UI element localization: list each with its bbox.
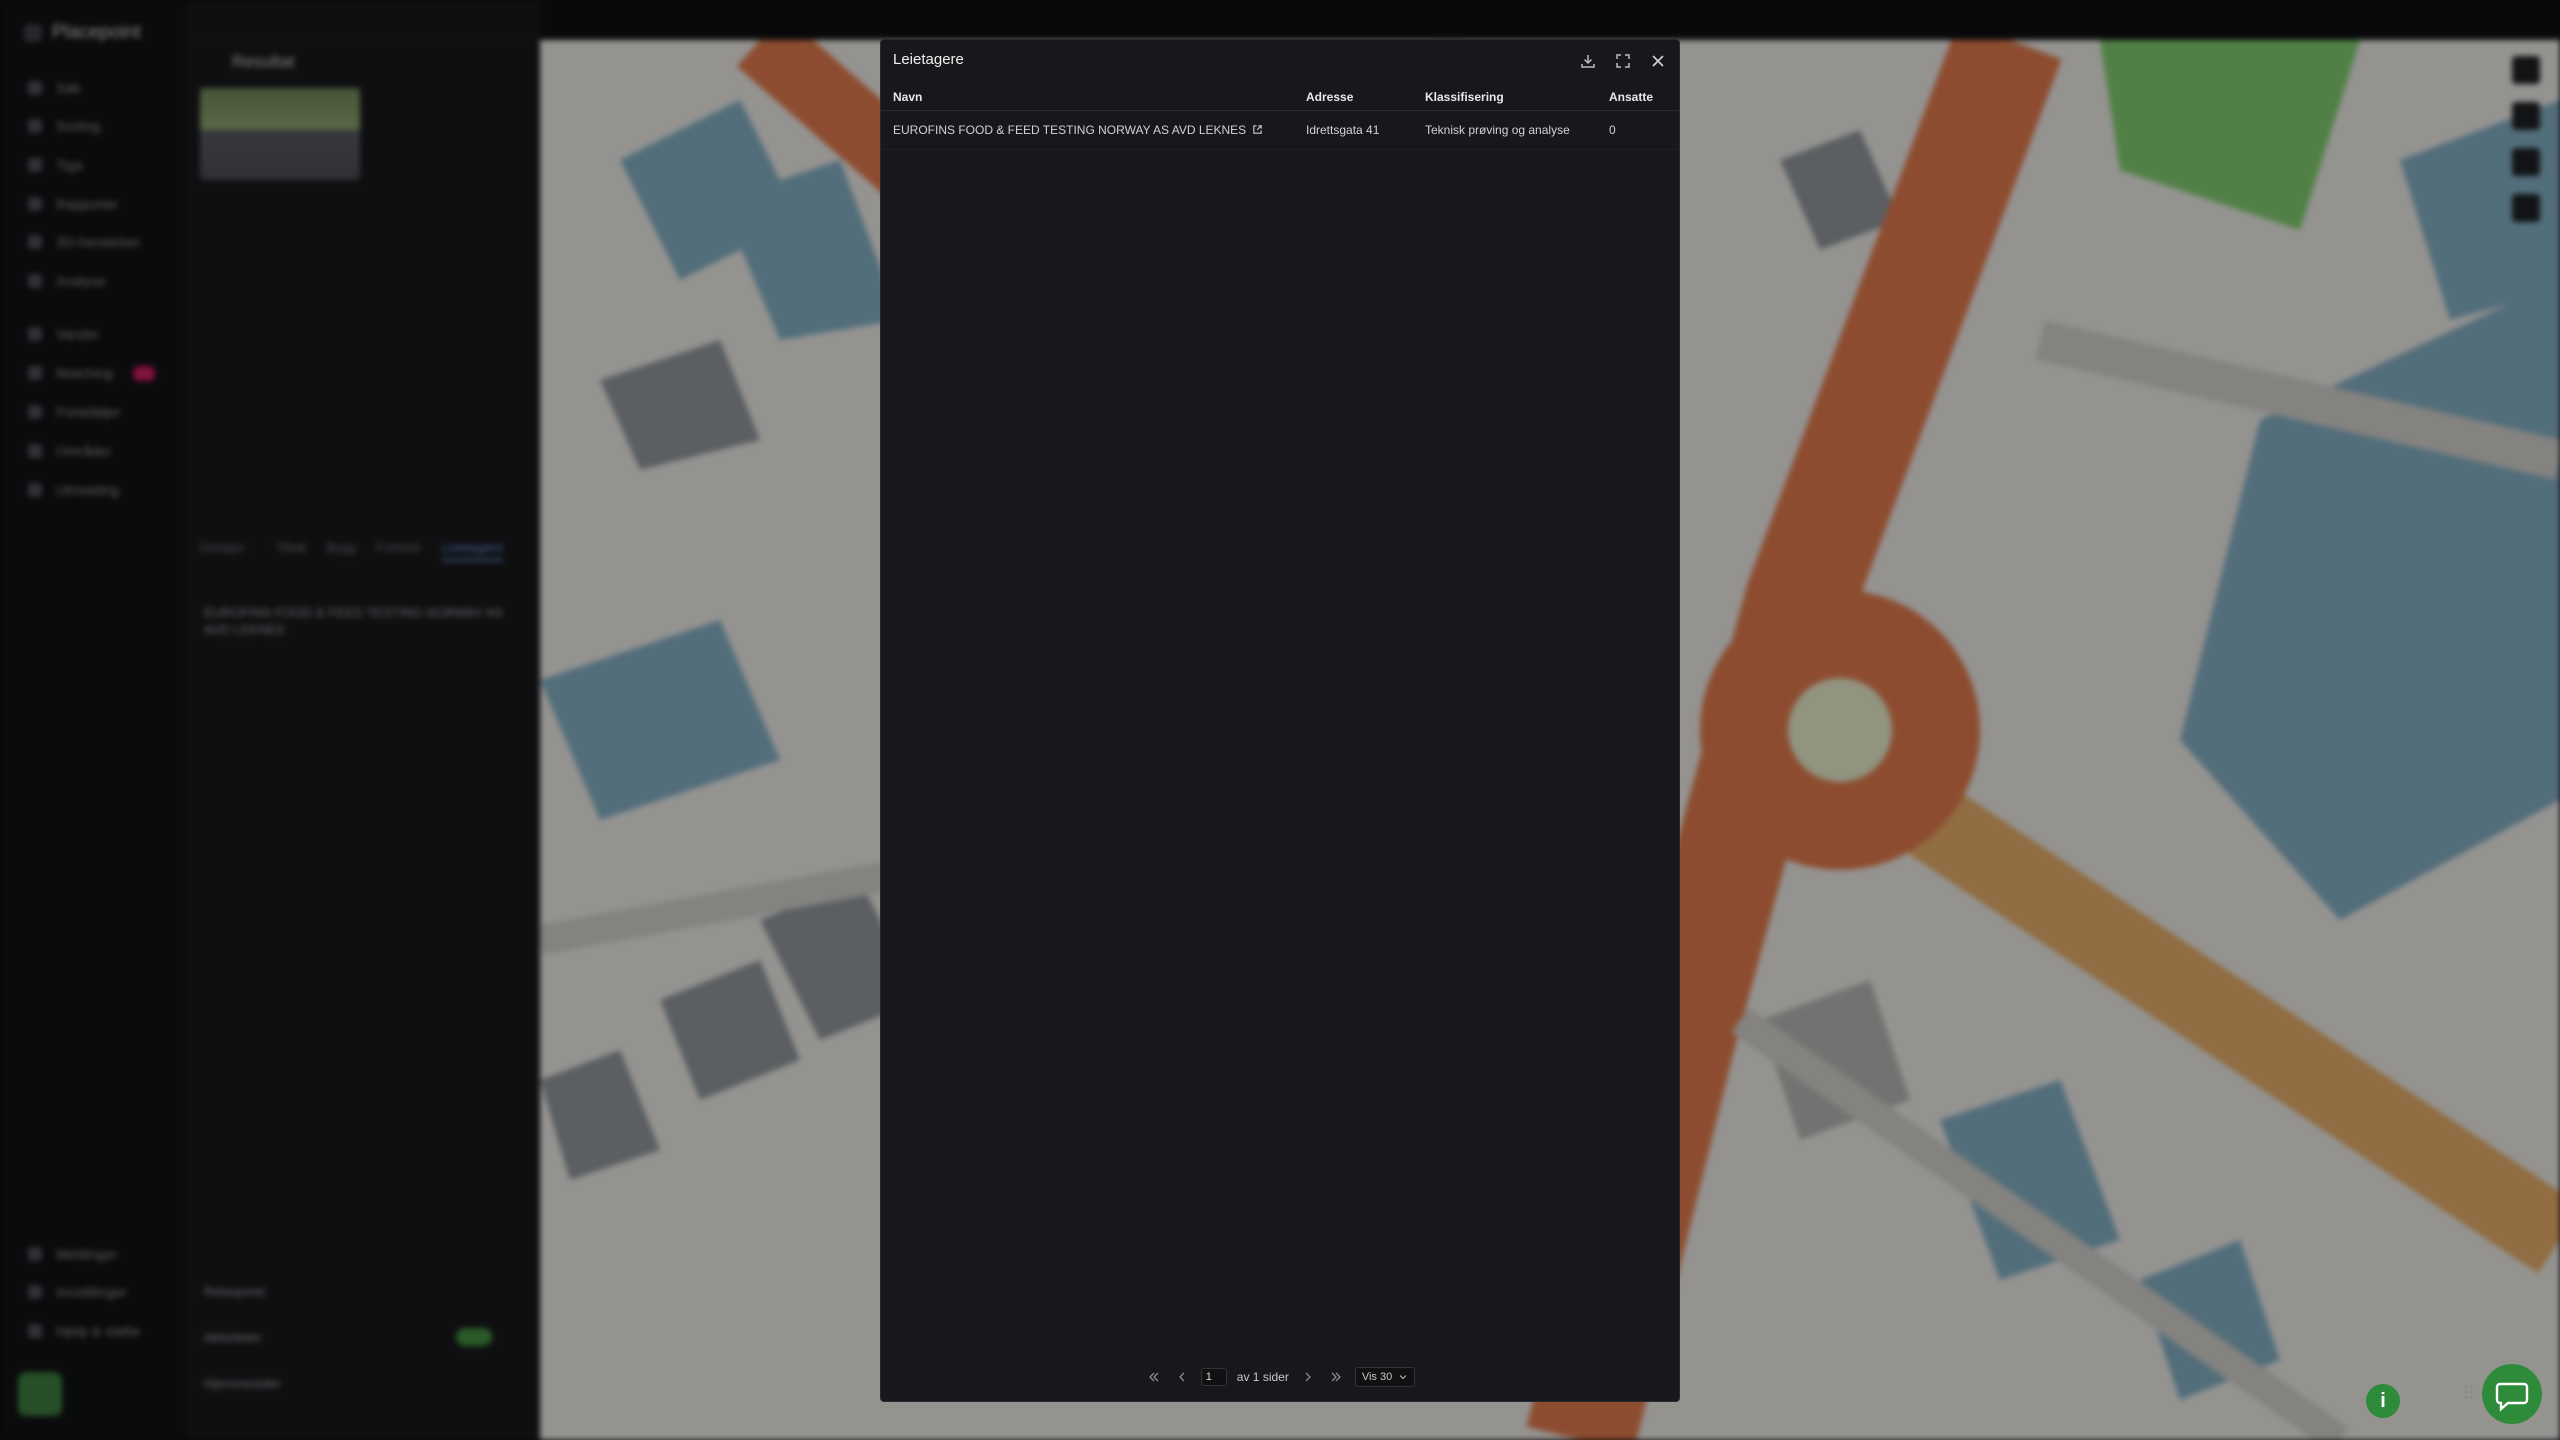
next-page-button[interactable] [1299, 1368, 1317, 1386]
info-button[interactable]: i [2366, 1384, 2400, 1418]
column-header-employees[interactable]: Ansatte [1597, 84, 1679, 111]
download-icon [1581, 55, 1595, 68]
close-button[interactable] [1647, 50, 1669, 72]
chevron-left-icon [1178, 1372, 1185, 1382]
column-header-name[interactable]: Navn [881, 84, 1294, 111]
page-size-select[interactable]: Vis 30 [1354, 1367, 1416, 1387]
chevron-down-icon [1399, 1375, 1407, 1380]
external-link-icon[interactable] [1252, 124, 1263, 135]
tenant-classification-cell: Teknisk prøving og analyse [1413, 110, 1597, 150]
page-number-input[interactable] [1200, 1368, 1227, 1386]
page-count-text: av 1 sider [1236, 1370, 1289, 1384]
table-row[interactable]: EUROFINS FOOD & FEED TESTING NORWAY AS A… [881, 110, 1679, 150]
tenant-name-link[interactable]: EUROFINS FOOD & FEED TESTING NORWAY AS A… [893, 123, 1246, 137]
previous-page-button[interactable] [1173, 1368, 1191, 1386]
modal-title: Leietagere [893, 51, 964, 68]
apps-grid-icon[interactable]: ⠿ [2462, 1384, 2475, 1405]
column-header-classification[interactable]: Klassifisering [1413, 84, 1597, 111]
tenant-name-cell[interactable]: EUROFINS FOOD & FEED TESTING NORWAY AS A… [881, 110, 1294, 150]
chat-icon [2495, 1382, 2529, 1412]
chat-button[interactable] [2482, 1364, 2542, 1424]
tenants-table: Navn Adresse Klassifisering Ansatte EURO… [881, 84, 1679, 150]
first-page-button[interactable] [1145, 1368, 1163, 1386]
tenant-employees-cell: 0 [1597, 110, 1679, 150]
expand-button[interactable] [1612, 50, 1634, 72]
column-header-address[interactable]: Adresse [1294, 84, 1413, 111]
page-size-label: Vis 30 [1361, 1371, 1393, 1383]
tenant-address-cell: Idrettsgata 41 [1294, 110, 1413, 150]
pagination: av 1 sider Vis 30 [881, 1362, 1679, 1392]
download-button[interactable] [1577, 50, 1599, 72]
tenants-modal: Leietagere Navn Adresse Klassifisering A… [880, 39, 1680, 1402]
last-page-button[interactable] [1327, 1368, 1345, 1386]
expand-icon [1616, 54, 1630, 68]
chevron-right-icon [1305, 1372, 1311, 1382]
double-chevron-right-icon [1331, 1372, 1341, 1382]
double-chevron-left-icon [1148, 1372, 1159, 1382]
table-header-row: Navn Adresse Klassifisering Ansatte [881, 84, 1679, 111]
close-icon [1652, 55, 1664, 67]
